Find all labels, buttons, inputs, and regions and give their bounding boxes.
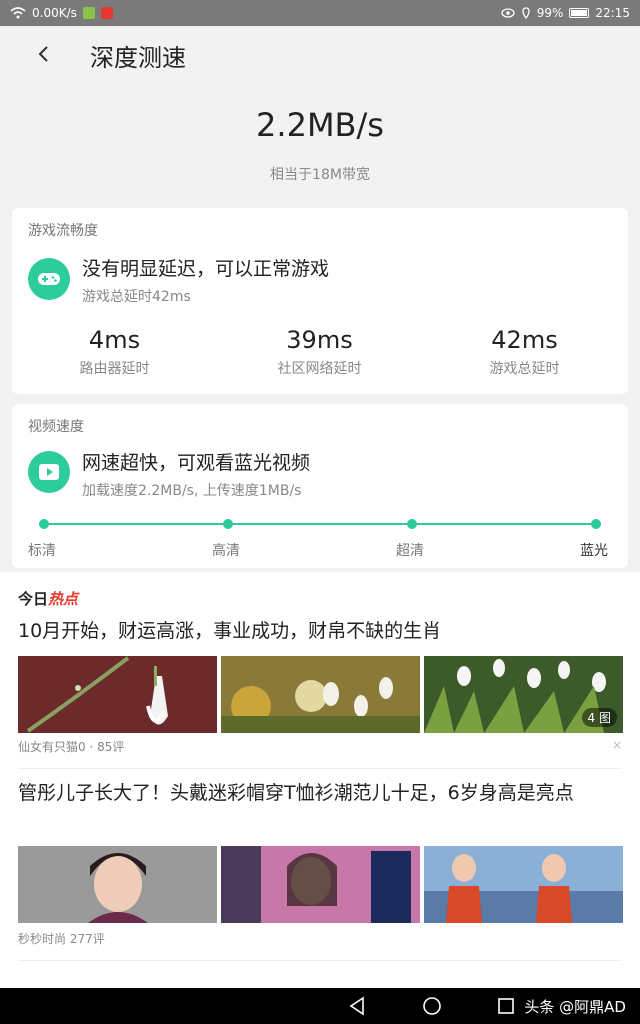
status-left: 0.00K/s [10, 6, 113, 20]
status-bar: 0.00K/s 99% 22:15 [0, 0, 640, 26]
clock: 22:15 [595, 6, 630, 20]
news-thumbnails-2[interactable] [18, 846, 623, 923]
quality-label-sd: 标清 [28, 543, 56, 559]
metric-value: 4ms [88, 326, 141, 354]
metric-game-total: 42ms 游戏总延时 [422, 326, 627, 378]
news-meta-2: 秒秒时尚 277评 [18, 930, 105, 947]
hot-prefix: 今日 [18, 590, 49, 608]
wifi-icon [10, 7, 26, 19]
divider [18, 960, 622, 961]
game-status: 没有明显延迟，可以正常游戏 [82, 258, 330, 280]
news-author: 仙女有只猫0 [18, 740, 86, 754]
header: 深度测速 [0, 26, 640, 82]
metric-community: 39ms 社区网络延时 [217, 326, 422, 378]
card-title: 视频速度 [28, 419, 84, 435]
game-total-latency: 游戏总延时42ms [82, 289, 191, 305]
battery-percent: 99% [536, 6, 564, 20]
quality-track [44, 523, 596, 525]
news-thumbnails-1[interactable]: 4 图 [18, 656, 623, 733]
quality-label-bluray: 蓝光 [580, 543, 608, 559]
thumbnail[interactable] [18, 656, 217, 733]
image-count-badge: 4 图 [581, 708, 617, 727]
news-title-1[interactable]: 10月开始，财运高涨，事业成功，财帛不缺的生肖 [18, 616, 622, 646]
quality-dot-bluray [591, 519, 601, 529]
dismiss-button[interactable]: × [612, 738, 622, 752]
card-title: 游戏流畅度 [28, 223, 98, 239]
news-feed: 今日热点 10月开始，财运高涨，事业成功，财帛不缺的生肖 4 图 仙女有只猫0 … [0, 572, 640, 990]
video-status: 网速超快，可观看蓝光视频 [82, 452, 311, 474]
metric-label: 游戏总延时 [489, 361, 560, 377]
thumbnail[interactable] [221, 656, 420, 733]
gamepad-icon [28, 258, 70, 300]
system-nav-bar: 头条 @阿鼎AD [0, 988, 640, 1024]
video-speeds: 加载速度2.2MB/s, 上传速度1MB/s [82, 483, 302, 499]
thumbnail[interactable]: 4 图 [424, 656, 623, 733]
play-icon [28, 451, 70, 493]
hot-label: 热点 [48, 590, 79, 608]
thumbnail[interactable] [221, 846, 420, 923]
back-button[interactable] [30, 40, 58, 68]
hot-header: 今日热点 [18, 588, 78, 609]
quality-label-hd: 高清 [212, 543, 240, 559]
metric-label: 路由器延时 [79, 361, 150, 377]
quality-label-fhd: 超清 [396, 543, 424, 559]
app-notification-icon [100, 7, 113, 19]
metric-label: 社区网络延时 [277, 361, 362, 377]
network-speed: 0.00K/s [32, 6, 77, 20]
divider [18, 768, 622, 769]
status-right: 99% 22:15 [501, 6, 630, 20]
thumbnail[interactable] [424, 846, 623, 923]
news-meta-1: 仙女有只猫0 · 85评 [18, 738, 124, 755]
nav-back-button[interactable] [346, 994, 370, 1018]
watermark-brand: 头条 @阿鼎AD [524, 998, 626, 1016]
circle-home-icon [423, 997, 441, 1015]
news-author: 秒秒时尚 [18, 932, 67, 946]
quality-dot-hd [223, 519, 233, 529]
nav-recent-button[interactable] [494, 994, 518, 1018]
page-title: 深度测速 [90, 44, 186, 72]
bandwidth-equivalent: 相当于18M带宽 [270, 167, 370, 183]
news-comments: 85评 [97, 740, 125, 754]
app-notification-icon [82, 7, 95, 19]
news-title-2[interactable]: 管彤儿子长大了！头戴迷彩帽穿T恤衫潮范儿十足，6岁身高是亮点 [18, 778, 622, 808]
chevron-left-icon [38, 46, 48, 62]
quality-dot-sd [39, 519, 49, 529]
game-fluency-card: 游戏流畅度 没有明显延迟，可以正常游戏 游戏总延时42ms 4ms 路由器延时 … [12, 208, 628, 394]
battery-icon [569, 8, 590, 18]
triangle-back-icon [349, 996, 364, 1016]
metric-router: 4ms 路由器延时 [12, 326, 217, 378]
location-icon [522, 7, 530, 19]
metric-value: 42ms [491, 326, 558, 354]
square-recent-icon [498, 998, 514, 1014]
metric-value: 39ms [286, 326, 353, 354]
thumbnail[interactable] [18, 846, 217, 923]
quality-dot-fhd [407, 519, 417, 529]
meta-dot: · [89, 740, 98, 754]
speed-result: 2.2MB/s [256, 106, 384, 144]
nav-home-button[interactable] [420, 994, 444, 1018]
video-speed-card: 视频速度 网速超快，可观看蓝光视频 加载速度2.2MB/s, 上传速度1MB/s… [12, 404, 628, 568]
news-comments: 277评 [69, 932, 105, 946]
eye-icon [501, 8, 515, 18]
